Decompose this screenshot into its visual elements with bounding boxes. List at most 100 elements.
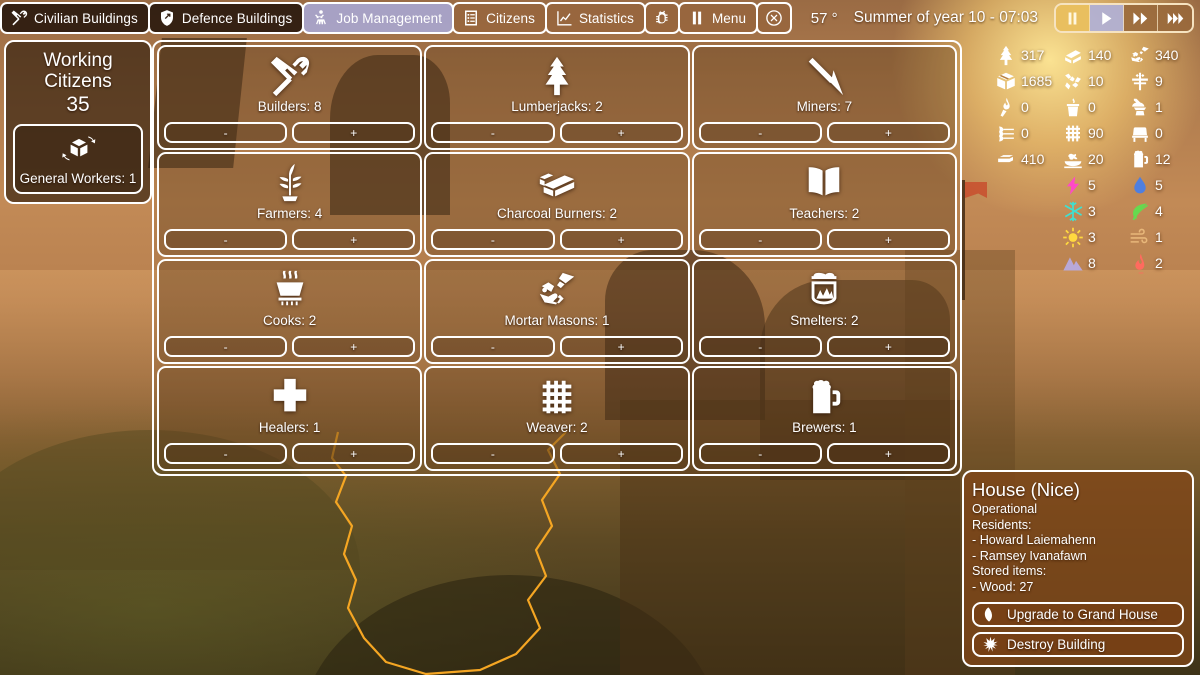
- resource-food: 20: [1062, 146, 1129, 172]
- general-workers-label: General Workers: 1: [19, 171, 137, 186]
- pickaxe-icon: [801, 54, 847, 98]
- resource-wood: 317: [995, 42, 1062, 68]
- job-decrement-button[interactable]: -: [431, 229, 554, 250]
- toolbar-item-defence-buildings[interactable]: Defence Buildings: [148, 2, 305, 34]
- open-book-icon: [801, 161, 847, 205]
- hammer-pick-icon: [10, 9, 28, 27]
- job-decrement-button[interactable]: -: [164, 336, 287, 357]
- resource-value: 0: [1021, 126, 1029, 140]
- cloth-icon: [1062, 123, 1084, 144]
- toolbar-item-report-bug[interactable]: [644, 2, 680, 34]
- resource-cloth: 90: [1062, 120, 1129, 146]
- job-increment-button[interactable]: +: [827, 122, 950, 143]
- speed-ultra-forward-button[interactable]: [1158, 5, 1192, 31]
- snowflake-icon: [1062, 201, 1084, 222]
- job-card-lumberjacks[interactable]: Lumberjacks: 2 - +: [424, 45, 689, 150]
- resource-tools: 10: [1062, 68, 1129, 94]
- job-increment-button[interactable]: +: [292, 443, 415, 464]
- resource-value: 9: [1155, 74, 1163, 88]
- speed-play-button[interactable]: [1090, 5, 1124, 31]
- job-label: Smelters: 2: [790, 313, 858, 328]
- job-increment-button[interactable]: +: [292, 336, 415, 357]
- working-citizens-panel: Working Citizens 35 General Workers: 1: [4, 40, 152, 204]
- chair-icon: [1129, 123, 1151, 144]
- pause-icon: [1064, 10, 1081, 27]
- job-stepper: - +: [699, 229, 950, 250]
- job-decrement-button[interactable]: -: [431, 336, 554, 357]
- job-decrement-button[interactable]: -: [164, 229, 287, 250]
- job-card-healers[interactable]: Healers: 1 - +: [157, 366, 422, 471]
- working-citizens-count: 35: [13, 92, 143, 118]
- working-citizens-title-line2: Citizens: [44, 71, 112, 92]
- job-card-farmers[interactable]: Farmers: 4 - +: [157, 152, 422, 257]
- upgrade-building-button[interactable]: Upgrade to Grand House: [972, 602, 1184, 627]
- toolbar-item-citizens[interactable]: Citizens: [452, 2, 547, 34]
- toolbar-item-civilian-buildings[interactable]: Civilian Buildings: [0, 2, 150, 34]
- general-workers-card[interactable]: General Workers: 1: [13, 124, 143, 194]
- job-card-cooks[interactable]: Cooks: 2 - +: [157, 259, 422, 364]
- job-increment-button[interactable]: +: [827, 229, 950, 250]
- toolbar-item-job-management[interactable]: Job Management: [302, 2, 454, 34]
- sun-icon: [1062, 227, 1084, 248]
- resource-value: 140: [1088, 48, 1111, 62]
- bug-icon: [653, 9, 671, 27]
- job-decrement-button[interactable]: -: [164, 443, 287, 464]
- destroy-building-label: Destroy Building: [1007, 637, 1105, 652]
- job-increment-button[interactable]: +: [827, 336, 950, 357]
- pause-icon: [688, 9, 706, 27]
- food-icon: [1062, 149, 1084, 170]
- job-card-mortar-masons[interactable]: Mortar Masons: 1 - +: [424, 259, 689, 364]
- leaf-icon: [1129, 201, 1151, 222]
- toolbar-item-statistics[interactable]: Statistics: [545, 2, 646, 34]
- resource-value: 410: [1021, 152, 1044, 166]
- job-increment-button[interactable]: +: [560, 122, 683, 143]
- job-decrement-button[interactable]: -: [431, 443, 554, 464]
- toolbar-item-close[interactable]: [756, 2, 792, 34]
- resource-water: 5: [1129, 172, 1196, 198]
- weave-icon: [534, 375, 580, 419]
- job-increment-button[interactable]: +: [560, 229, 683, 250]
- beer-mug-icon: [801, 375, 847, 419]
- wheat-icon: [995, 123, 1017, 144]
- tree-icon: [534, 54, 580, 98]
- job-decrement-button[interactable]: -: [699, 336, 822, 357]
- job-increment-button[interactable]: +: [292, 122, 415, 143]
- chart-line-icon: [555, 9, 573, 27]
- job-increment-button[interactable]: +: [560, 443, 683, 464]
- resource-value: 2: [1155, 256, 1163, 270]
- job-card-brewers[interactable]: Brewers: 1 - +: [692, 366, 957, 471]
- worker-icon: [312, 9, 330, 27]
- job-card-weaver[interactable]: Weaver: 2 - +: [424, 366, 689, 471]
- job-card-builders[interactable]: Builders: 8 - +: [157, 45, 422, 150]
- resource-value: 340: [1155, 48, 1178, 62]
- job-increment-button[interactable]: +: [292, 229, 415, 250]
- job-card-miners[interactable]: Miners: 7 - +: [692, 45, 957, 150]
- speed-fast-forward-button[interactable]: [1124, 5, 1158, 31]
- cooking-pot-icon: [267, 268, 313, 312]
- job-label: Miners: 7: [797, 99, 853, 114]
- job-decrement-button[interactable]: -: [699, 122, 822, 143]
- destroy-building-button[interactable]: Destroy Building: [972, 632, 1184, 657]
- job-increment-button[interactable]: +: [827, 443, 950, 464]
- building-actions: Upgrade to Grand House Destroy Building: [972, 602, 1184, 657]
- water-drop-icon: [1129, 175, 1151, 196]
- ultra-forward-icon: [1167, 10, 1184, 27]
- job-stepper: - +: [164, 229, 415, 250]
- job-decrement-button[interactable]: -: [699, 443, 822, 464]
- resource-panel: 317 140 340 1685 10 9 0 0 1 0 90: [995, 42, 1196, 276]
- job-decrement-button[interactable]: -: [699, 229, 822, 250]
- job-increment-button[interactable]: +: [560, 336, 683, 357]
- job-label: Teachers: 2: [789, 206, 859, 221]
- banner-pole: [962, 180, 965, 300]
- resource-earth: 8: [1062, 250, 1129, 276]
- resident-entry: - Ramsey Ivanafawn: [972, 549, 1184, 565]
- toolbar-item-menu[interactable]: Menu: [678, 2, 758, 34]
- job-card-charcoal-burners[interactable]: Charcoal Burners: 2 - +: [424, 152, 689, 257]
- date-time-readout: Summer of year 10 - 07:03: [854, 9, 1038, 27]
- job-decrement-button[interactable]: -: [164, 122, 287, 143]
- job-card-teachers[interactable]: Teachers: 2 - +: [692, 152, 957, 257]
- job-decrement-button[interactable]: -: [431, 122, 554, 143]
- resource-value: 1: [1155, 100, 1163, 114]
- job-card-smelters[interactable]: Smelters: 2 - +: [692, 259, 957, 364]
- speed-pause-button[interactable]: [1056, 5, 1090, 31]
